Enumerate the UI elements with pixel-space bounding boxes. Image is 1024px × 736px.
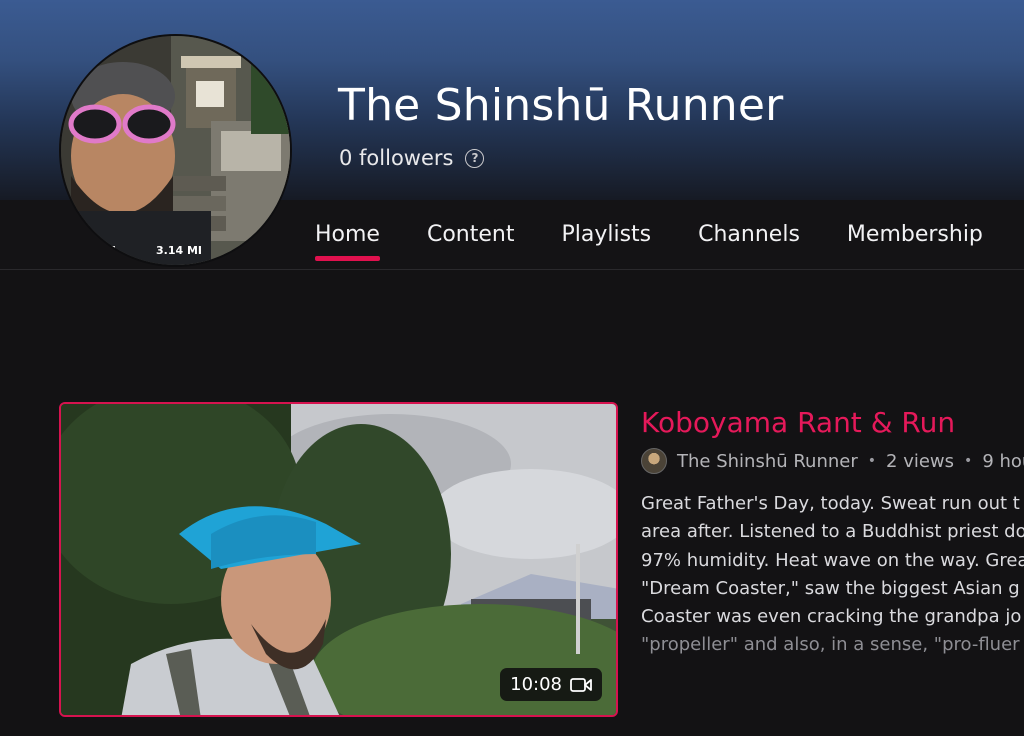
description-line: Great Father's Day, today. Sweat run out… [641, 493, 1020, 514]
separator-dot: • [867, 453, 877, 469]
avatar-photo: 25 3.14 MI [61, 36, 290, 265]
featured-video-thumbnail[interactable]: 10:08 [59, 402, 618, 717]
tab-channels[interactable]: Channels [698, 222, 800, 247]
tab-playlists[interactable]: Playlists [561, 222, 651, 247]
video-duration: 10:08 [510, 674, 562, 695]
followers-count: 0 followers [339, 146, 454, 170]
avatar-overlay-right: 3.14 MI [156, 244, 202, 257]
channel-title: The Shinshū Runner [338, 80, 784, 131]
description-line: "propeller" and also, in a sense, "pro-f… [641, 634, 1020, 656]
video-title-link[interactable]: Koboyama Rant & Run [641, 406, 955, 439]
channel-tabs: Home Content Playlists Channels Membersh… [315, 222, 1024, 261]
video-channel-name[interactable]: The Shinshū Runner [677, 451, 858, 472]
video-camera-icon [570, 677, 592, 692]
video-duration-badge: 10:08 [500, 668, 602, 701]
description-line: "Dream Coaster," saw the biggest Asian g [641, 577, 1020, 599]
video-description: Great Father's Day, today. Sweat run out… [641, 490, 1024, 660]
description-line: Coaster was even cracking the grandpa jo [641, 606, 1022, 628]
channel-mini-avatar[interactable] [641, 448, 667, 474]
description-line: 97% humidity. Heat wave on the way. Grea [641, 549, 1024, 571]
tab-home[interactable]: Home [315, 222, 380, 261]
question-circle-icon[interactable]: ? [465, 148, 485, 168]
tab-membership[interactable]: Membership [847, 222, 983, 247]
channel-avatar[interactable]: 25 3.14 MI [59, 34, 292, 267]
description-line: area after. Listened to a Buddhist pries… [641, 521, 1024, 543]
video-age: 9 hou [982, 450, 1024, 472]
video-meta: The Shinshū Runner • 2 views • 9 hou [641, 448, 1024, 474]
followers-row: 0 followers ? [339, 146, 485, 170]
tab-content[interactable]: Content [427, 222, 515, 247]
separator-dot: • [964, 453, 973, 469]
video-views: 2 views [886, 450, 955, 472]
